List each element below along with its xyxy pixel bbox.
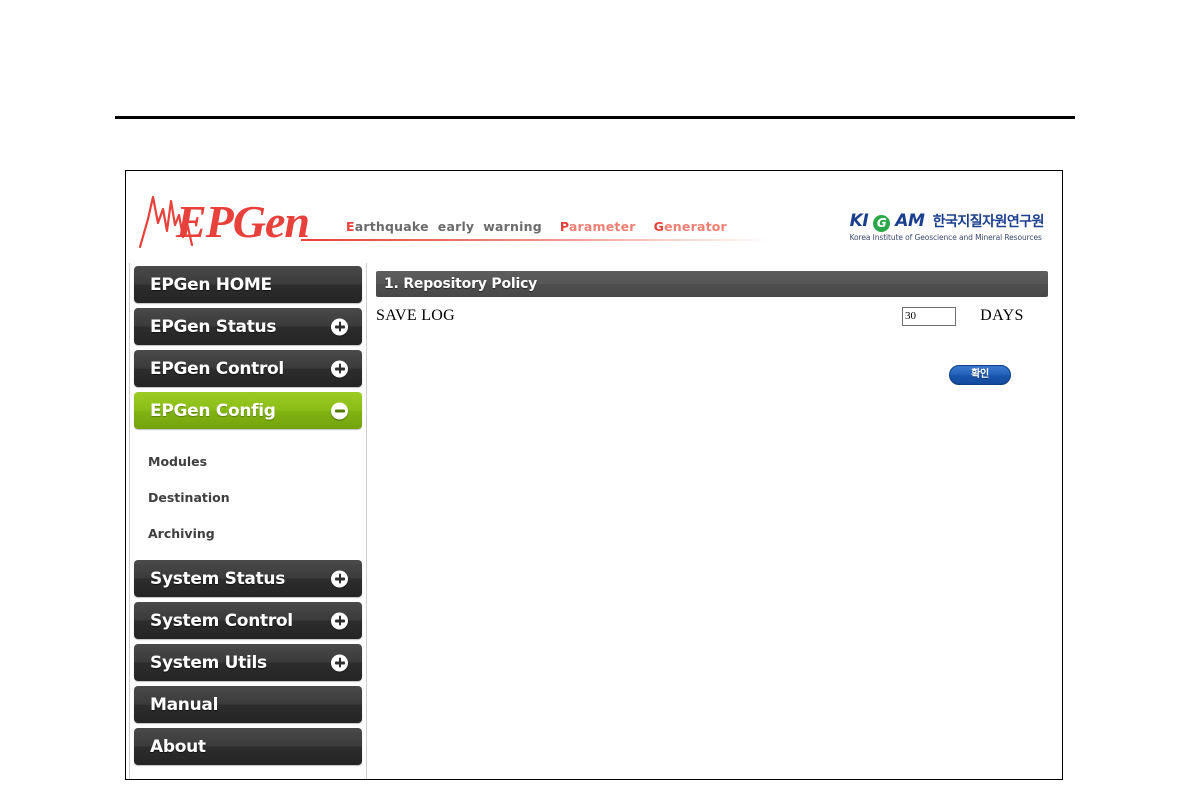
sidebar-item-label: EPGen HOME [150,274,272,295]
sidebar-subitem-archiving[interactable]: Archiving [130,516,366,552]
sidebar-item-about[interactable]: About [134,728,362,765]
submit-row: 확인 [376,365,1048,385]
app-frame: EPGen Earthquake early warning Parameter Gen… [125,170,1063,780]
kigam-acronym-left: KI [849,211,869,231]
sidebar: EPGen HOME EPGen Status EPGen Control EP… [129,263,367,779]
tagline: Earthquake early warning Parameter Generator [346,219,727,234]
sidebar-item-epgen-config[interactable]: EPGen Config [134,392,362,429]
sidebar-item-manual[interactable]: Manual [134,686,362,723]
sidebar-item-label: System Status [150,568,286,589]
section-header: 1. Repository Policy [376,271,1048,297]
sidebar-item-label: Manual [150,694,219,715]
document-rule [115,116,1075,119]
kigam-name-english: Korea Institute of Geoscience and Minera… [849,233,1042,242]
sidebar-item-system-control[interactable]: System Control [134,602,362,639]
sidebar-subitem-modules[interactable]: Modules [130,444,366,480]
sidebar-item-epgen-status[interactable]: EPGen Status [134,308,362,345]
banner: EPGen Earthquake early warning Parameter Gen… [126,171,1062,263]
save-log-row: SAVE LOG DAYS [376,305,1048,327]
svg-text:EPGen: EPGen [175,196,309,247]
kigam-globe-icon: G [873,215,891,232]
confirm-button[interactable]: 확인 [949,365,1011,385]
banner-underline [301,239,771,241]
sidebar-subitem-destination[interactable]: Destination [130,480,366,516]
page-root: EPGen Earthquake early warning Parameter Gen… [0,0,1190,798]
plus-icon[interactable] [331,318,348,335]
sidebar-item-system-status[interactable]: System Status [134,560,362,597]
save-log-label: SAVE LOG [376,307,456,324]
sidebar-item-label: System Control [150,610,293,631]
plus-icon[interactable] [331,360,348,377]
content-area: 1. Repository Policy SAVE LOG DAYS 확인 [376,271,1048,385]
plus-icon[interactable] [331,654,348,671]
kigam-logo[interactable]: KI G AM 한국지질자원연구원 Korea Institute of Geosc… [849,211,1045,242]
sidebar-item-epgen-control[interactable]: EPGen Control [134,350,362,387]
sidebar-item-label: About [150,736,206,757]
save-log-input[interactable] [902,306,956,326]
sidebar-item-label: EPGen Control [150,358,284,379]
sidebar-item-label: EPGen Config [150,400,276,421]
save-log-unit: DAYS [980,307,1024,324]
sidebar-item-label: EPGen Status [150,316,277,337]
kigam-name-korean: 한국지질자원연구원 [932,214,1045,230]
sidebar-submenu: Modules Destination Archiving [130,434,366,560]
section-title: 1. Repository Policy [384,276,538,292]
plus-icon[interactable] [331,612,348,629]
sidebar-item-system-utils[interactable]: System Utils [134,644,362,681]
sidebar-item-label: System Utils [150,652,267,673]
plus-icon[interactable] [331,570,348,587]
kigam-acronym-right: AM [895,211,925,231]
sidebar-item-epgen-home[interactable]: EPGen HOME [134,266,362,303]
minus-icon[interactable] [331,402,348,419]
